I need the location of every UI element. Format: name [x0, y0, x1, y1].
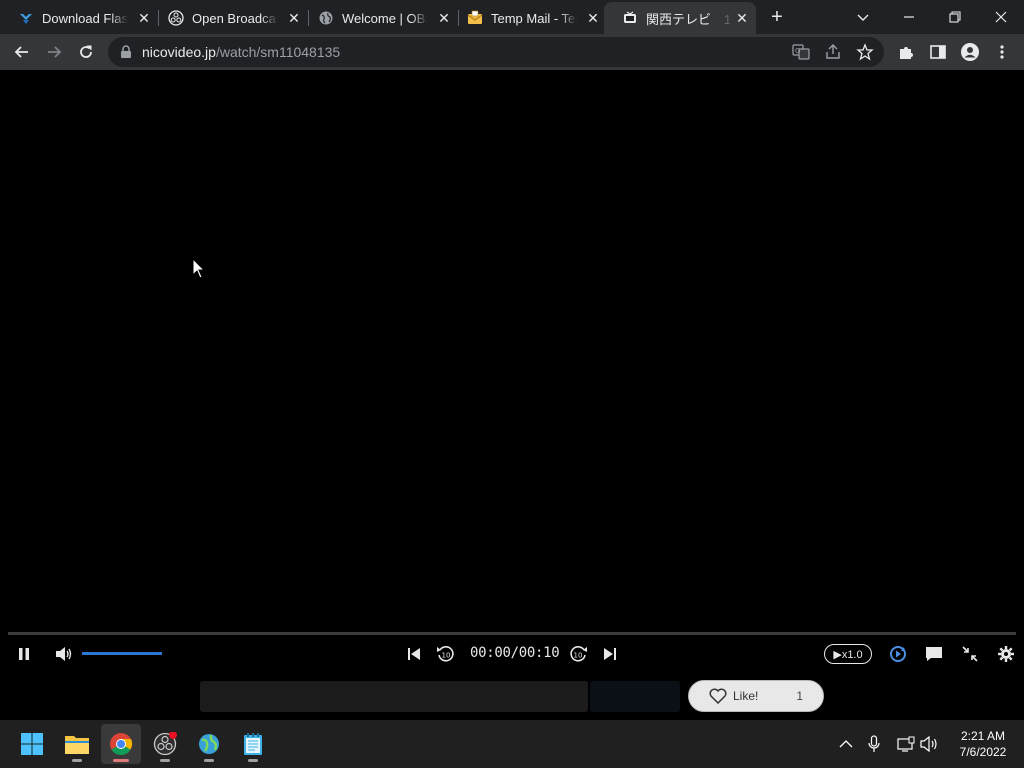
extensions-icon[interactable] [896, 42, 916, 62]
svg-text:G: G [795, 47, 800, 55]
close-tab-icon[interactable]: ✕ [585, 10, 601, 26]
speaker-icon[interactable] [920, 734, 940, 754]
running-indicator [160, 759, 170, 762]
microphone-icon[interactable] [864, 734, 884, 754]
tab-search-icon[interactable] [840, 0, 886, 34]
side-panel-icon[interactable] [928, 42, 948, 62]
player-controls: 10 00:00/00:10 10 ▶x1.0 [0, 640, 1024, 668]
like-button[interactable]: Like! 1 [688, 680, 824, 712]
running-indicator [204, 759, 214, 762]
network-icon[interactable] [896, 734, 916, 754]
comment-row: Like! 1 [0, 676, 1024, 718]
menu-kebab-icon[interactable] [992, 42, 1012, 62]
heart-icon [709, 688, 727, 704]
comment-input[interactable] [200, 681, 588, 712]
volume-slider[interactable] [82, 652, 162, 655]
tab-welcome-obs[interactable]: Welcome | OBS ✕ [300, 2, 458, 34]
tab-niconico-active[interactable]: 関西テレビ 1 9 ✕ [604, 2, 756, 34]
clock-date: 7/6/2022 [959, 745, 1007, 759]
video-player[interactable] [0, 70, 1024, 630]
tab-temp-mail[interactable]: Temp Mail - Tem ✕ [449, 2, 607, 34]
tab-title: Open Broadcast [192, 10, 278, 26]
chrome-button[interactable] [101, 724, 141, 764]
restore-button[interactable] [932, 0, 978, 34]
translate-icon[interactable]: G [792, 43, 810, 61]
running-indicator [248, 759, 258, 762]
new-tab-button[interactable]: + [766, 6, 788, 28]
notepad-button[interactable] [233, 724, 273, 764]
lock-icon[interactable] [118, 44, 134, 60]
exit-fullscreen-icon[interactable] [958, 644, 982, 664]
volume-icon[interactable] [54, 644, 74, 664]
like-label: Like! [733, 689, 759, 703]
skip-next-button[interactable] [600, 644, 620, 664]
tab-strip: Download Flash ✕ Open Broadcast ✕ Welcom… [0, 0, 1024, 34]
forward-10-button[interactable]: 10 [566, 644, 590, 664]
timecode: 00:00/00:10 [470, 645, 560, 661]
back-button[interactable] [8, 38, 36, 66]
notepad-icon [244, 733, 262, 755]
download-icon [18, 10, 34, 26]
taskbar: 2:21 AM 7/6/2022 [0, 720, 1024, 768]
close-tab-icon[interactable]: ✕ [734, 10, 750, 26]
chevron-up-icon[interactable] [836, 734, 856, 754]
rewind-10-button[interactable]: 10 [434, 644, 458, 664]
reload-button[interactable] [72, 38, 100, 66]
obs-button[interactable] [145, 724, 185, 764]
close-window-button[interactable] [978, 0, 1024, 34]
minimize-button[interactable] [886, 0, 932, 34]
niconico-icon [622, 10, 638, 26]
profile-icon[interactable] [960, 42, 980, 62]
globe-app-icon [199, 734, 219, 754]
mail-icon [467, 10, 483, 26]
bookmark-star-icon[interactable] [856, 43, 874, 61]
tab-download-flash[interactable]: Download Flash ✕ [0, 2, 158, 34]
forward-button[interactable] [40, 38, 68, 66]
forward-10-label: 10 [574, 652, 583, 660]
clock-time: 2:21 AM [960, 729, 1006, 743]
running-indicator [72, 759, 82, 762]
playback-rate-button[interactable]: ▶x1.0 [824, 644, 872, 664]
pause-button[interactable] [14, 644, 34, 664]
seek-bar[interactable] [8, 632, 1016, 635]
settings-gear-icon[interactable] [994, 644, 1018, 664]
folder-icon [65, 736, 89, 754]
url-host: nicovideo.jp [142, 44, 216, 60]
start-button[interactable] [12, 724, 52, 764]
loop-icon[interactable] [886, 644, 910, 664]
clock[interactable]: 2:21 AM 7/6/2022 [948, 728, 1018, 760]
file-explorer-button[interactable] [57, 724, 97, 764]
obs-icon [168, 10, 184, 26]
obs-icon [153, 732, 177, 756]
rewind-10-label: 10 [442, 652, 451, 660]
tab-title: Welcome | OBS [342, 10, 428, 26]
tab-title: 関西テレビ 1 9 [646, 11, 732, 27]
chrome-icon [110, 733, 133, 755]
running-indicator [113, 759, 129, 762]
network-app-button[interactable] [189, 724, 229, 764]
address-bar[interactable]: nicovideo.jp/watch/sm11048135 G [108, 37, 884, 67]
tab-open-broadcast[interactable]: Open Broadcast ✕ [150, 2, 308, 34]
globe-icon [318, 10, 334, 26]
tab-title: Temp Mail - Tem [491, 10, 577, 26]
comment-submit-button[interactable] [590, 681, 680, 712]
comment-toggle-icon[interactable] [922, 644, 946, 664]
windows-logo-icon [21, 733, 43, 755]
url-path: /watch/sm11048135 [215, 44, 341, 60]
browser-toolbar: nicovideo.jp/watch/sm11048135 G [0, 34, 1024, 70]
like-count: 1 [796, 689, 803, 703]
tab-title: Download Flash [42, 10, 128, 26]
share-icon[interactable] [824, 43, 842, 61]
mouse-cursor-icon [192, 257, 206, 285]
skip-previous-button[interactable] [404, 644, 424, 664]
